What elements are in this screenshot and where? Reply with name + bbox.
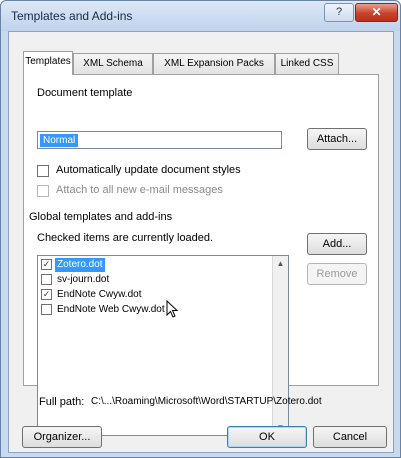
document-template-field[interactable]: Normal (37, 131, 282, 149)
list-item-checkbox[interactable] (41, 274, 52, 285)
list-item[interactable]: sv-journ.dot (39, 273, 270, 288)
list-item-checkbox[interactable] (41, 304, 52, 315)
help-button[interactable]: ? (324, 3, 354, 22)
attach-email-checkbox[interactable] (37, 185, 49, 197)
list-scrollbar[interactable]: ▲ ▼ (272, 256, 288, 435)
dialog-body: Templates XML Schema XML Expansion Packs… (8, 31, 394, 453)
list-item-checkbox[interactable]: ✓ (41, 259, 52, 270)
scroll-up-icon[interactable]: ▲ (273, 256, 288, 271)
auto-update-label: Automatically update document styles (56, 164, 241, 176)
full-path-value: C:\...\Roaming\Microsoft\Word\STARTUP\Zo… (91, 396, 322, 407)
list-item-label: EndNote Web Cwyw.dot (57, 304, 165, 315)
list-item-label: EndNote Cwyw.dot (57, 289, 142, 300)
tab-linked-css[interactable]: Linked CSS (275, 53, 339, 74)
close-button[interactable]: ✕ (355, 3, 398, 22)
list-item-label: Zotero.dot (55, 258, 105, 272)
list-item-checkbox[interactable]: ✓ (41, 289, 52, 300)
document-template-value: Normal (40, 134, 79, 147)
global-templates-label: Global templates and add-ins (29, 211, 173, 223)
templates-addins-dialog: Templates and Add-ins ? ✕ Templates XML … (0, 0, 401, 458)
list-item[interactable]: EndNote Web Cwyw.dot (39, 303, 270, 318)
attach-button[interactable]: Attach... (307, 128, 367, 150)
templates-panel: Document template Normal Attach... Autom… (23, 74, 379, 436)
tab-templates[interactable]: Templates (23, 51, 73, 75)
list-item-label: sv-journ.dot (57, 274, 110, 285)
tab-xml-expansion-packs[interactable]: XML Expansion Packs (153, 53, 275, 74)
document-template-label: Document template (37, 87, 133, 99)
remove-button[interactable]: Remove (307, 263, 367, 285)
tab-xml-schema[interactable]: XML Schema (73, 53, 153, 74)
auto-update-checkbox[interactable] (37, 165, 49, 177)
checked-items-note: Checked items are currently loaded. (37, 232, 214, 244)
mouse-cursor-icon (166, 300, 179, 318)
ok-button[interactable]: OK (227, 426, 307, 448)
list-item[interactable]: ✓ Zotero.dot (39, 258, 270, 273)
organizer-button[interactable]: Organizer... (22, 426, 102, 448)
full-path-label: Full path: (39, 396, 85, 408)
cancel-button[interactable]: Cancel (313, 426, 387, 448)
global-templates-list[interactable]: ✓ Zotero.dot sv-journ.dot ✓ EndNote Cwyw… (37, 255, 289, 436)
list-item[interactable]: ✓ EndNote Cwyw.dot (39, 288, 270, 303)
window-title: Templates and Add-ins (11, 9, 133, 23)
attach-email-label: Attach to all new e-mail messages (56, 184, 223, 196)
title-bar[interactable]: Templates and Add-ins ? ✕ (1, 1, 400, 31)
add-button[interactable]: Add... (307, 233, 367, 255)
